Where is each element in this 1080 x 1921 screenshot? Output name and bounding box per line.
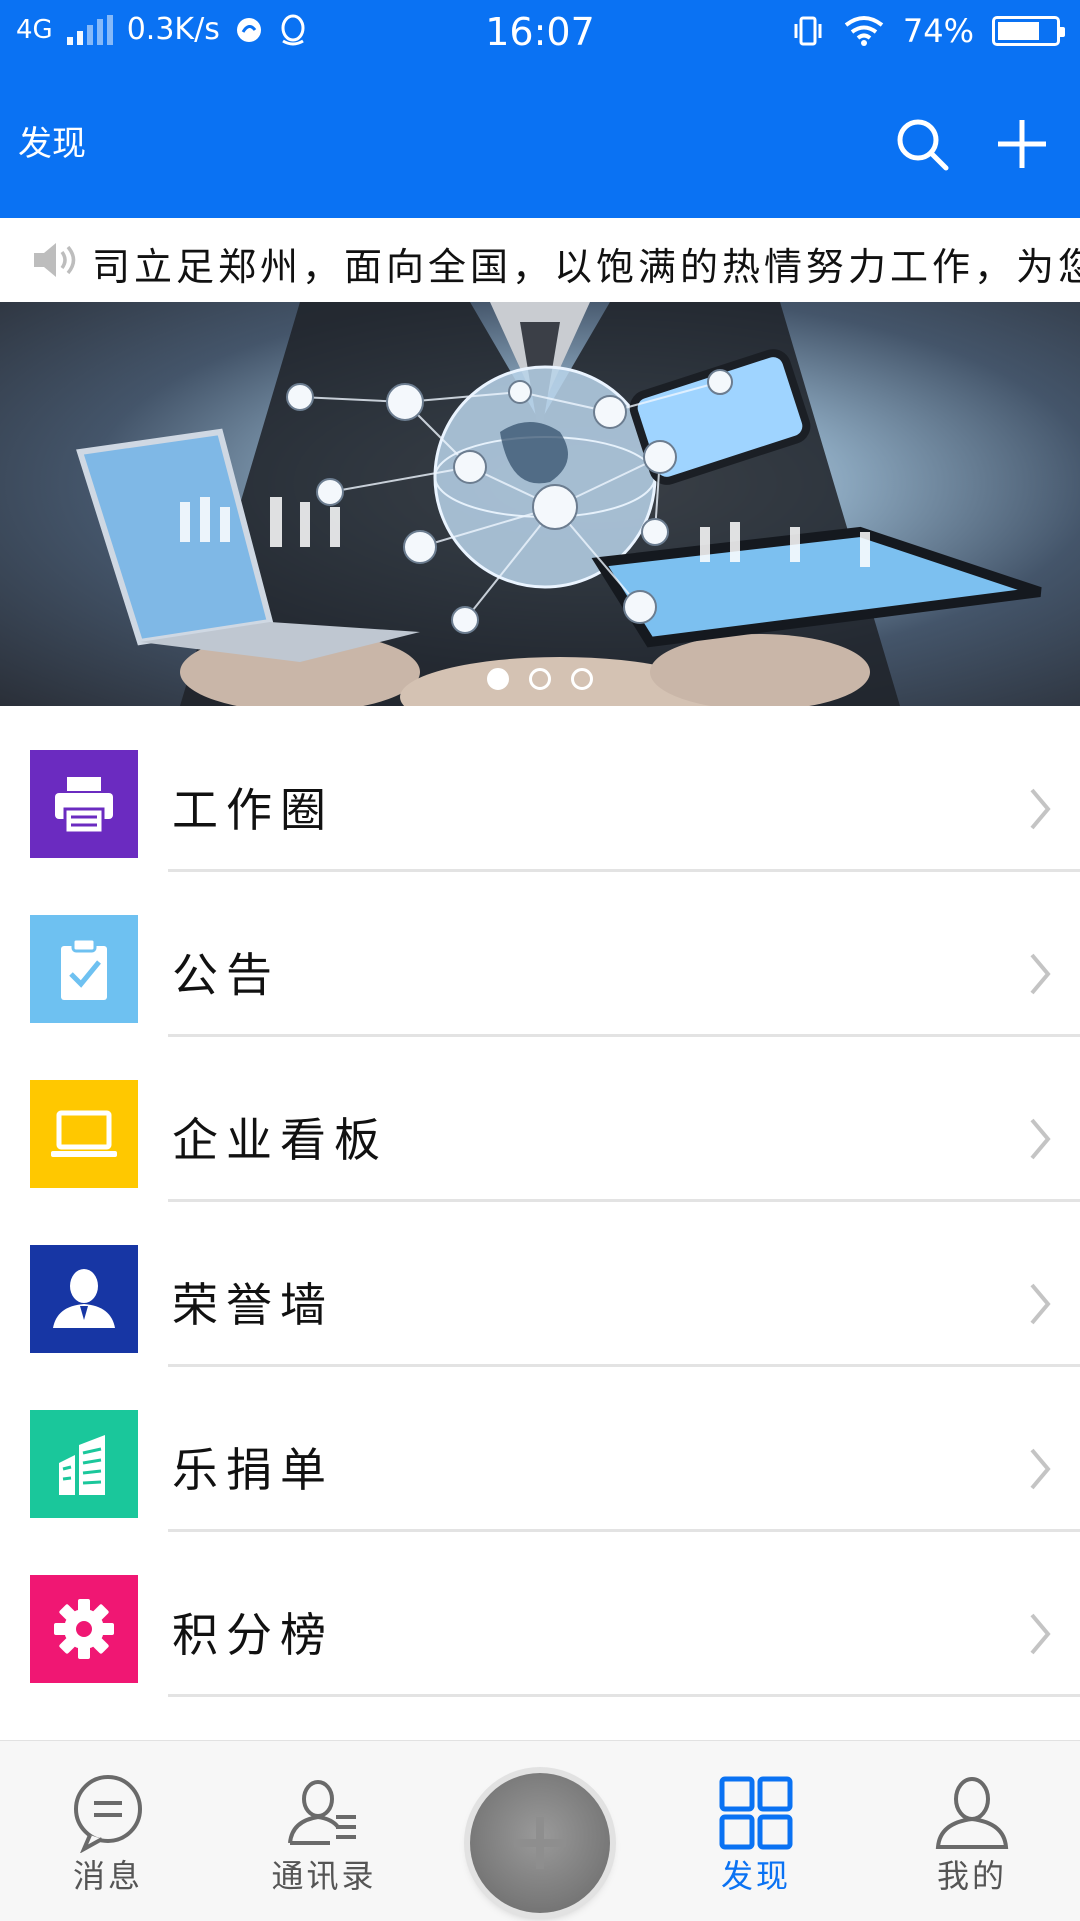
menu-item-label: 工作圈 — [172, 783, 334, 837]
gear-icon — [30, 1575, 138, 1683]
menu-item-announcement[interactable]: 公告 — [0, 871, 1080, 1037]
chevron-right-icon — [1030, 1448, 1051, 1490]
marquee-text: 司立足郑州，面向全国，以饱满的热情努力工作，为您 — [92, 245, 1080, 289]
vibrate-icon — [794, 16, 822, 46]
nav-tab-profile[interactable]: 我的 — [892, 1741, 1052, 1921]
menu-item-donation-list[interactable]: 乐捐单 — [0, 1366, 1080, 1532]
menu-item-label: 乐捐单 — [172, 1443, 334, 1497]
chevron-right-icon — [1030, 1613, 1051, 1655]
battery-fill — [998, 22, 1039, 40]
wifi-icon — [844, 16, 884, 46]
app-bar: 发现 — [0, 70, 1080, 218]
menu-item-points-ranking[interactable]: 积分榜 — [0, 1531, 1080, 1697]
banner-image — [76, 302, 1042, 706]
discover-menu: 工作圈 公告 企业看板 荣誉墙 乐捐单 积分榜 — [0, 706, 1080, 1697]
status-bar: 4G 0.3K/s 16:07 74% — [0, 0, 1080, 70]
divider — [168, 1694, 1080, 1697]
menu-item-label: 荣誉墙 — [172, 1278, 334, 1332]
carousel-dot[interactable] — [487, 668, 509, 690]
chevron-right-icon — [1030, 1118, 1051, 1160]
chevron-right-icon — [1030, 1283, 1051, 1325]
center-add-button[interactable] — [470, 1773, 610, 1913]
nav-tab-contacts[interactable]: 通讯录 — [244, 1741, 404, 1921]
nav-label: 我的 — [936, 1857, 1007, 1895]
page-title: 发现 — [18, 124, 86, 164]
menu-item-label: 企业看板 — [172, 1113, 388, 1167]
bottom-navigation: 消息 通讯录 发现 我的 — [0, 1740, 1080, 1921]
menu-item-enterprise-board[interactable]: 企业看板 — [0, 1036, 1080, 1202]
chevron-right-icon — [1030, 788, 1051, 830]
grid-icon — [719, 1776, 793, 1850]
carousel-dot[interactable] — [529, 668, 551, 690]
battery-percent: 74% — [902, 12, 974, 50]
chevron-right-icon — [1030, 953, 1051, 995]
plus-icon[interactable] — [990, 112, 1054, 176]
menu-item-honor-wall[interactable]: 荣誉墙 — [0, 1201, 1080, 1367]
laptop-icon — [30, 1080, 138, 1188]
carousel-dot[interactable] — [571, 668, 593, 690]
building-icon — [30, 1410, 138, 1518]
menu-item-work-circle[interactable]: 工作圈 — [0, 706, 1080, 872]
search-icon[interactable] — [890, 112, 954, 176]
nav-tab-messages[interactable]: 消息 — [28, 1741, 188, 1921]
status-right: 74% — [791, 12, 1065, 50]
carousel-indicators — [0, 668, 1080, 690]
clipboard-check-icon — [30, 915, 138, 1023]
nav-label: 消息 — [72, 1857, 143, 1895]
menu-item-label: 积分榜 — [172, 1608, 334, 1662]
person-icon — [30, 1245, 138, 1353]
printer-icon — [30, 750, 138, 858]
message-icon — [74, 1775, 142, 1853]
battery-icon — [992, 16, 1065, 46]
plus-icon-vertical — [536, 1817, 544, 1869]
nav-label: 发现 — [720, 1857, 791, 1895]
nav-label: 通讯录 — [271, 1857, 377, 1895]
banner-carousel[interactable] — [0, 302, 1080, 706]
profile-icon — [935, 1777, 1009, 1849]
speaker-icon — [34, 243, 76, 277]
menu-item-label: 公告 — [172, 948, 280, 1002]
announcement-marquee[interactable]: 司立足郑州，面向全国，以饱满的热情努力工作，为您 — [0, 218, 1080, 303]
contacts-icon — [288, 1780, 356, 1845]
nav-tab-discover[interactable]: 发现 — [676, 1741, 836, 1921]
